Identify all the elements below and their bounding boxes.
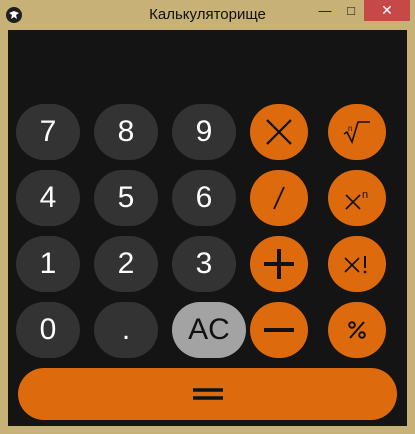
all-clear-button[interactable]: AC [172, 302, 246, 358]
minus-button[interactable] [250, 302, 308, 358]
multiply-icon [266, 119, 292, 145]
key-3[interactable]: 3 [172, 236, 236, 292]
maximize-icon: □ [347, 3, 355, 18]
minimize-icon: — [318, 3, 332, 18]
calculator-body: 7 8 9 n 4 5 6 n 1 2 3 0 . AC [8, 30, 407, 426]
key-8[interactable]: 8 [94, 104, 158, 160]
divide-icon [273, 186, 285, 210]
calculator-window: Калькуляторище — □ ✕ 7 8 9 n 4 5 6 n 1 2… [0, 0, 415, 434]
svg-text:n: n [362, 189, 368, 201]
plus-icon [264, 249, 294, 279]
power-button[interactable]: n [328, 170, 386, 226]
equals-icon [192, 388, 223, 400]
power-icon: n [345, 189, 368, 210]
sqrt-button[interactable]: n [328, 104, 386, 160]
equals-button[interactable] [18, 368, 397, 420]
minimize-button[interactable]: — [312, 0, 338, 21]
key-4[interactable]: 4 [16, 170, 80, 226]
divide-button[interactable] [250, 170, 308, 226]
key-9[interactable]: 9 [172, 104, 236, 160]
key-6[interactable]: 6 [172, 170, 236, 226]
key-7[interactable]: 7 [16, 104, 80, 160]
maximize-button[interactable]: □ [338, 0, 364, 21]
plus-button[interactable] [250, 236, 308, 292]
percent-icon [348, 321, 366, 339]
percent-button[interactable] [328, 302, 386, 358]
key-2[interactable]: 2 [94, 236, 158, 292]
sqrt-icon: n [343, 121, 370, 144]
factorial-icon [344, 256, 367, 274]
close-icon: ✕ [381, 2, 393, 18]
key-1[interactable]: 1 [16, 236, 80, 292]
key-0[interactable]: 0 [16, 302, 80, 358]
multiply-button[interactable] [250, 104, 308, 160]
close-button[interactable]: ✕ [364, 0, 410, 21]
key-dot[interactable]: . [94, 302, 158, 358]
key-5[interactable]: 5 [94, 170, 158, 226]
factorial-button[interactable] [328, 236, 386, 292]
minus-icon [264, 328, 294, 332]
svg-text:n: n [348, 124, 352, 133]
titlebar: Калькуляторище — □ ✕ [0, 0, 415, 30]
